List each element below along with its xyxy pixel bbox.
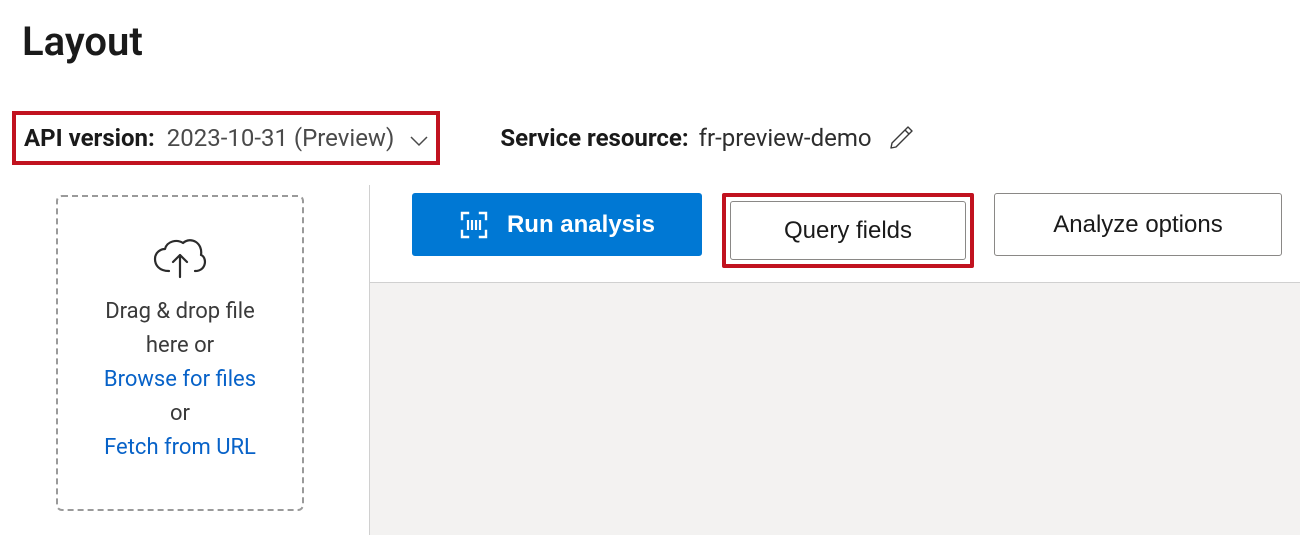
right-panel: Run analysis Query fields Analyze option… (370, 185, 1300, 535)
browse-files-link[interactable]: Browse for files (104, 367, 256, 392)
dropzone-text-line1: Drag & drop file (105, 299, 255, 324)
service-resource-value: fr-preview-demo (699, 124, 872, 152)
analyze-options-button[interactable]: Analyze options (994, 193, 1282, 256)
run-analysis-label: Run analysis (507, 211, 655, 239)
api-version-dropdown[interactable]: API version: 2023-10-31 (Preview) (12, 111, 440, 165)
file-dropzone[interactable]: Drag & drop file here or Browse for file… (56, 195, 304, 511)
api-version-label: API version: (24, 124, 155, 152)
scan-icon (459, 210, 489, 240)
query-fields-highlight: Query fields (722, 193, 974, 268)
page-title: Layout (0, 0, 1300, 65)
dropzone-text-line2: here or (146, 333, 214, 358)
service-resource-group: Service resource: fr-preview-demo (500, 124, 913, 152)
chevron-down-icon[interactable] (410, 132, 428, 144)
api-version-value[interactable]: 2023-10-31 (Preview) (167, 124, 395, 152)
query-fields-button[interactable]: Query fields (730, 201, 966, 260)
fetch-url-link[interactable]: Fetch from URL (104, 435, 256, 460)
dropzone-or: or (170, 401, 190, 426)
analyze-options-label: Analyze options (1053, 211, 1222, 239)
pencil-icon[interactable] (888, 125, 914, 151)
config-bar: API version: 2023-10-31 (Preview) Servic… (0, 111, 1300, 165)
service-resource-label: Service resource: (500, 124, 688, 152)
run-analysis-button[interactable]: Run analysis (412, 193, 702, 256)
cloud-upload-icon (151, 237, 209, 281)
query-fields-label: Query fields (784, 217, 912, 245)
action-bar: Run analysis Query fields Analyze option… (370, 185, 1300, 283)
document-canvas (370, 283, 1300, 535)
file-input-panel: Drag & drop file here or Browse for file… (0, 185, 370, 535)
